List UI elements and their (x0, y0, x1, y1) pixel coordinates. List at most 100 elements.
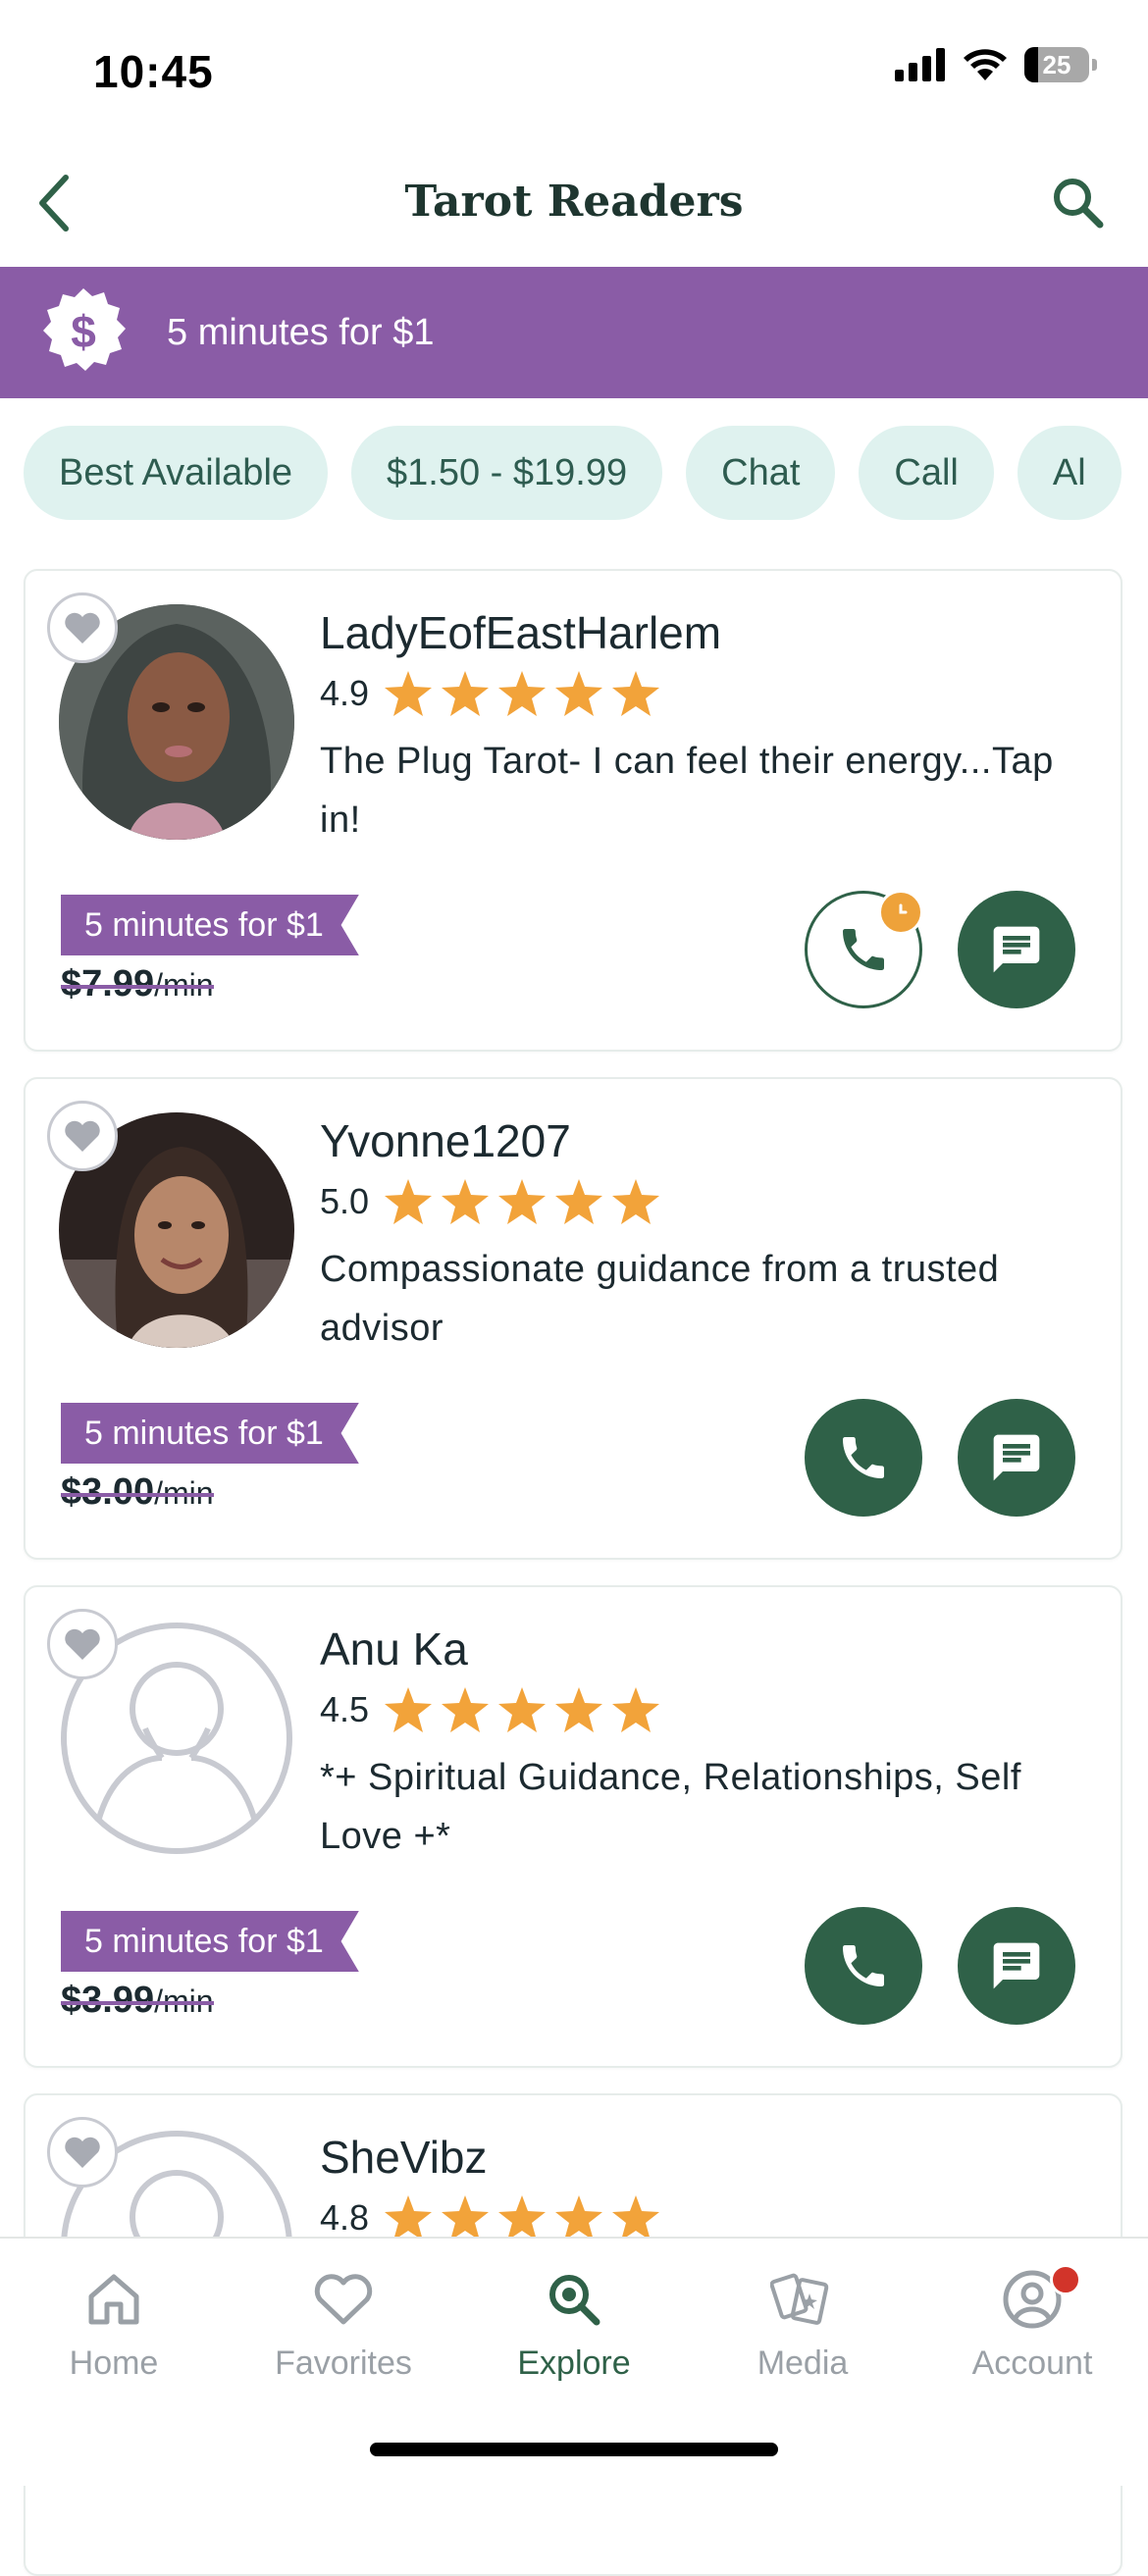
star-icon (498, 1687, 547, 1732)
call-button[interactable] (805, 890, 923, 1008)
star-icon (442, 2195, 490, 2241)
favorite-button[interactable] (47, 592, 118, 663)
rating: 5.0 (320, 1179, 660, 1224)
notification-dot (1050, 2264, 1081, 2295)
rating: 4.8 (320, 2195, 660, 2241)
star-icon (498, 671, 547, 716)
rating: 4.5 (320, 1687, 660, 1732)
dollar-badge-icon: $ (43, 288, 126, 371)
star-icon (385, 2195, 433, 2241)
chat-button[interactable] (958, 1907, 1075, 2025)
signal-icon (895, 48, 945, 81)
star-icon (385, 1179, 433, 1224)
call-button[interactable] (805, 1907, 922, 2025)
star-icon (555, 1687, 603, 1732)
reader-card[interactable]: LadyEofEastHarlem 4.9 The Plug Tarot- I … (24, 569, 1122, 1052)
tab-media[interactable]: Media (704, 2260, 901, 2383)
star-icon (385, 1687, 433, 1732)
rating-value: 4.9 (320, 673, 370, 713)
filter-chat[interactable]: Chat (686, 426, 836, 520)
favorite-button[interactable] (47, 1609, 118, 1679)
reader-description: Compassionate guidance from a trusted ad… (320, 1249, 1000, 1349)
home-icon (88, 2274, 139, 2325)
old-price: $3.99/min (61, 1980, 214, 2021)
promo-tag: 5 minutes for $1 (61, 1403, 359, 1464)
filter-chips: Best Available $1.50 - $19.99 Chat Call … (24, 426, 1148, 520)
search-icon (1054, 179, 1104, 229)
call-button[interactable] (805, 1399, 922, 1517)
rating: 4.9 (320, 671, 660, 716)
svg-text:$: $ (71, 306, 96, 357)
reader-description: *+ Spiritual Guidance, Relationships, Se… (320, 1757, 1021, 1857)
filter-call[interactable]: Call (859, 426, 994, 520)
tab-home[interactable]: Home (16, 2260, 212, 2383)
tab-label: Home (69, 2344, 159, 2382)
star-icon (498, 1179, 547, 1224)
old-price: $3.00/min (61, 1471, 214, 1513)
filter-best-available[interactable]: Best Available (24, 426, 329, 520)
rating-value: 4.8 (320, 2197, 370, 2238)
star-icon (442, 671, 490, 716)
filter-price-range[interactable]: $1.50 - $19.99 (351, 426, 663, 520)
star-icon (442, 1687, 490, 1732)
message-icon (993, 1942, 1040, 1989)
status-icons: 25 (895, 47, 1097, 82)
tab-label: Explore (517, 2344, 631, 2382)
search-icon (549, 2275, 600, 2326)
star-icon (555, 2195, 603, 2241)
star-icon (612, 1687, 660, 1732)
favorite-button[interactable] (47, 1101, 118, 1171)
message-icon (993, 1434, 1040, 1481)
filter-all[interactable]: Al (1017, 426, 1122, 520)
reader-card[interactable]: Yvonne1207 5.0 Compassionate guidance fr… (24, 1077, 1122, 1560)
star-icon (442, 1179, 490, 1224)
reader-name: Yvonne1207 (320, 1115, 571, 1166)
phone-icon (843, 929, 884, 970)
phone-icon (843, 1437, 884, 1478)
search-button[interactable] (1044, 169, 1113, 237)
heart-icon (65, 612, 100, 644)
promo-tag: 5 minutes for $1 (61, 895, 359, 955)
promo-tag: 5 minutes for $1 (61, 1911, 359, 1972)
chat-button[interactable] (958, 1399, 1075, 1517)
heart-icon (314, 2274, 373, 2325)
rating-value: 5.0 (320, 1181, 370, 1221)
rating-value: 4.5 (320, 1689, 370, 1729)
reader-name: SheVibz (320, 2132, 488, 2183)
tab-label: Media (757, 2344, 849, 2382)
status-time: 10:45 (93, 46, 214, 97)
home-indicator[interactable] (370, 2443, 778, 2456)
tab-favorites[interactable]: Favorites (245, 2260, 442, 2383)
tab-label: Account (971, 2344, 1093, 2382)
star-icon (612, 2195, 660, 2241)
star-icon (555, 671, 603, 716)
reader-card[interactable]: Anu Ka 4.5 *+ Spiritual Guidance, Relati… (24, 1585, 1122, 2068)
reader-name: Anu Ka (320, 1623, 468, 1674)
battery-icon: 25 (1024, 47, 1097, 82)
phone-icon (843, 1945, 884, 1986)
heart-icon (65, 2137, 100, 2168)
tab-explore[interactable]: Explore (476, 2260, 672, 2383)
star-icon (385, 671, 433, 716)
nav-bar: Tarot Readers (0, 147, 1148, 267)
star-icon (498, 2195, 547, 2241)
chat-button[interactable] (958, 891, 1075, 1008)
tab-label: Favorites (275, 2344, 412, 2382)
reader-description: The Plug Tarot- I can feel their energy.… (320, 741, 1054, 841)
page-title: Tarot Readers (404, 177, 744, 227)
promo-text: 5 minutes for $1 (167, 311, 435, 353)
clock-icon (878, 890, 923, 935)
star-icon (612, 671, 660, 716)
message-icon (993, 926, 1040, 973)
promo-banner[interactable]: $ 5 minutes for $1 (0, 267, 1148, 398)
favorite-button[interactable] (47, 2117, 118, 2188)
heart-icon (65, 1120, 100, 1152)
star-icon (612, 1179, 660, 1224)
old-price: $7.99/min (61, 963, 214, 1005)
cards-icon (770, 2273, 829, 2325)
star-icon (555, 1179, 603, 1224)
status-bar: 10:45 25 (0, 0, 1148, 147)
tab-account[interactable]: Account (934, 2260, 1130, 2383)
heart-icon (65, 1628, 100, 1660)
reader-name: LadyEofEastHarlem (320, 607, 722, 658)
